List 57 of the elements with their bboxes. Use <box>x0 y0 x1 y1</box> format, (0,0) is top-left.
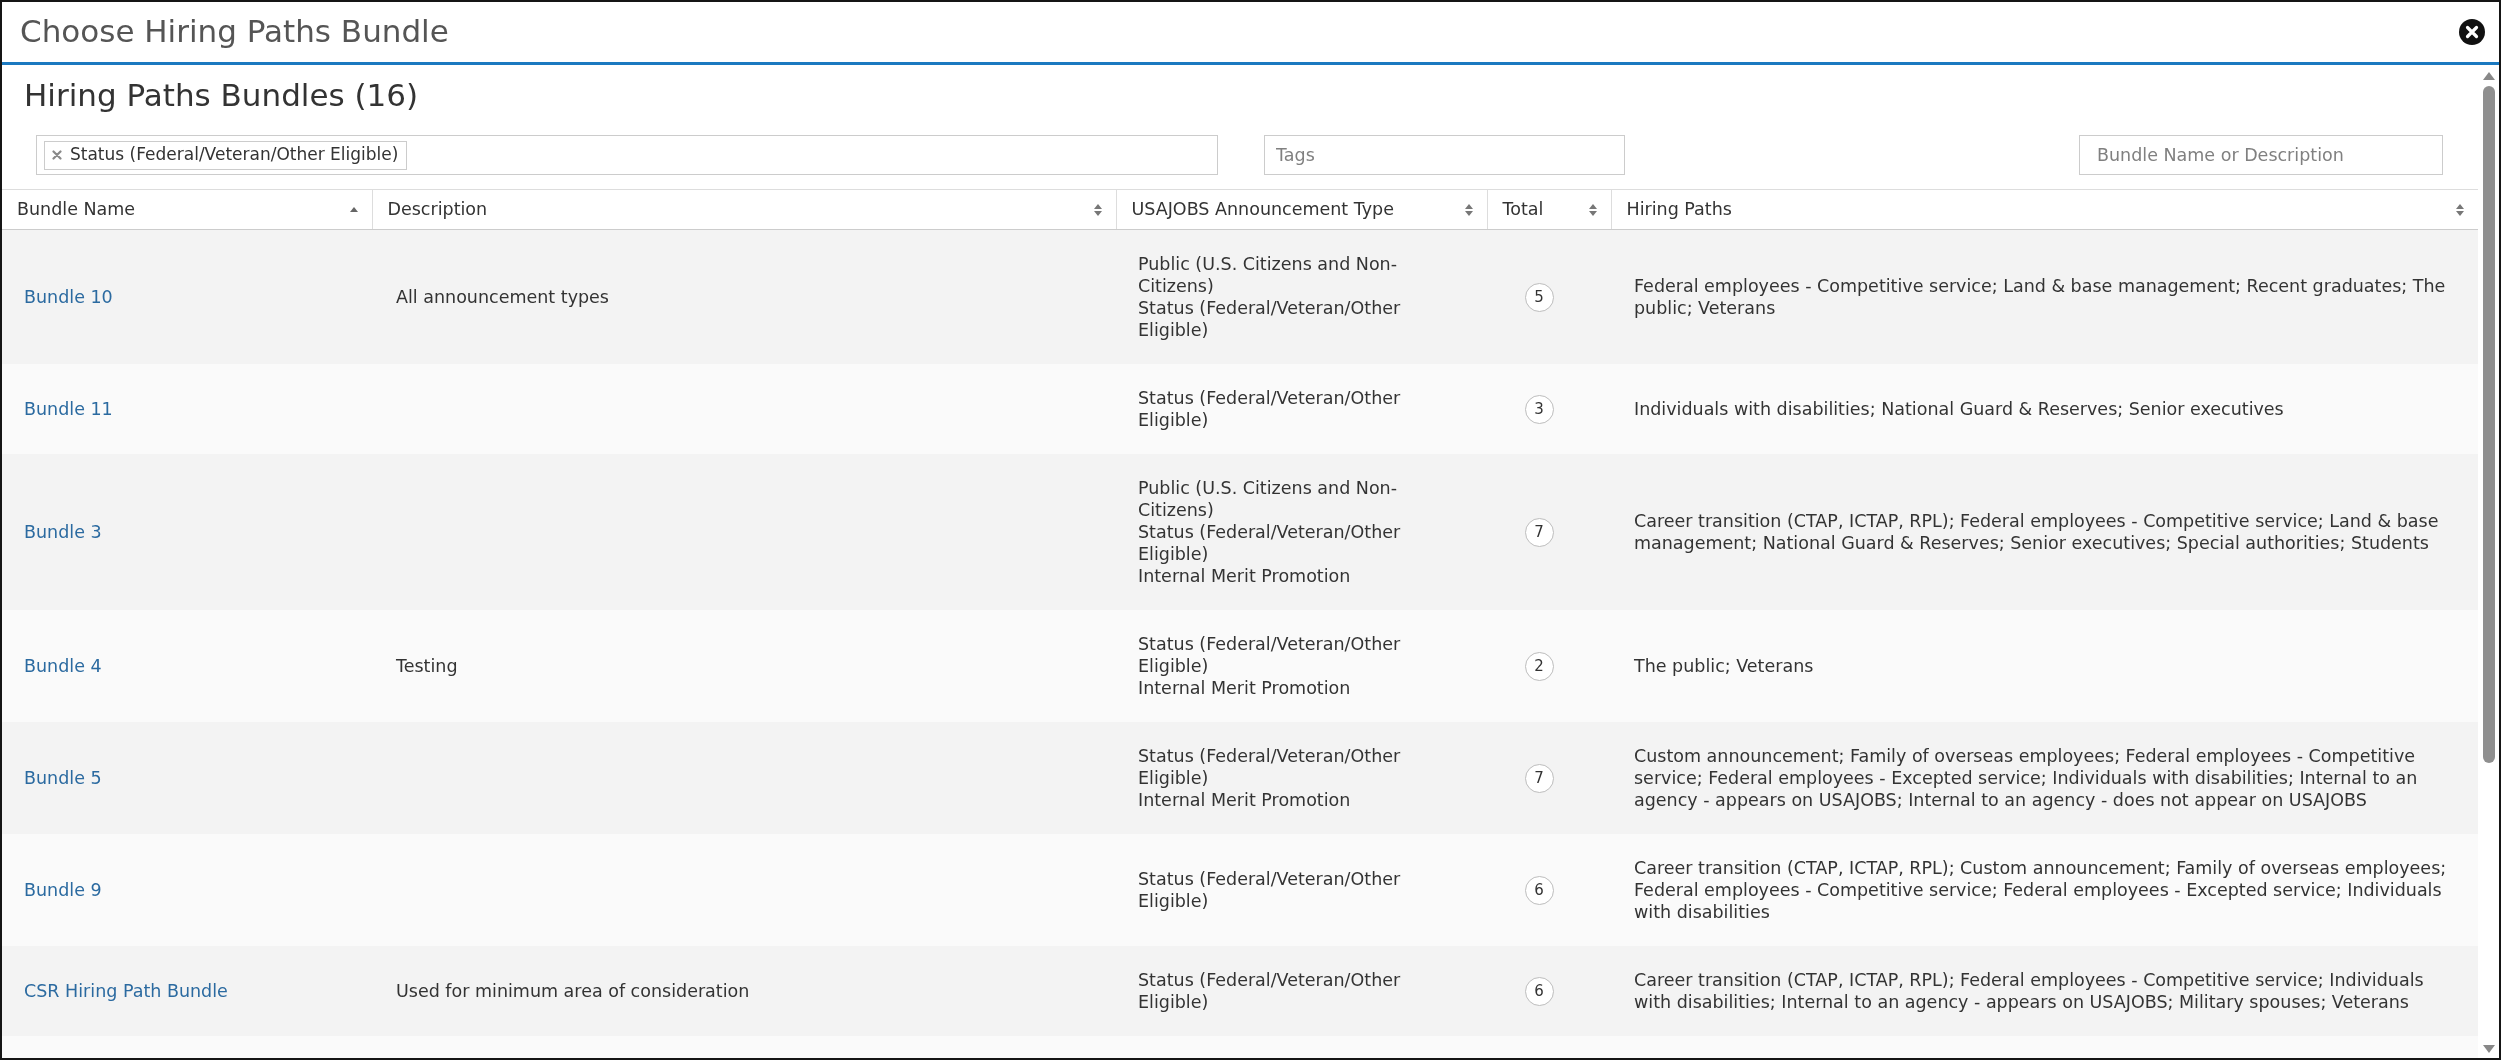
announcement-type-text: Public (U.S. Citizens and Non-Citizens) <box>1138 253 1398 297</box>
total-count: 7 <box>1524 763 1554 793</box>
sort-icon[interactable] <box>1464 203 1473 216</box>
description-text: Used for minimum area of consideration <box>396 981 750 1001</box>
announcement-type-text: Status (Federal/Veteran/Other Eligible) <box>1138 521 1402 565</box>
hiring-paths-text: The public; Veterans <box>1634 656 1814 676</box>
total-count: 6 <box>1524 976 1554 1006</box>
bundle-name-link[interactable]: Bundle 9 <box>24 880 102 900</box>
sort-icon[interactable] <box>1588 203 1597 216</box>
bundle-name-link[interactable]: Bundle 5 <box>24 768 102 788</box>
announcement-type-text: Internal Merit Promotion <box>1138 789 1352 811</box>
hiring-paths-text: Federal employees - Competitive service; Land & base management; Recent graduates; The public; Veterans <box>1634 276 2446 318</box>
scroll-down-icon[interactable] <box>2482 1045 2495 1053</box>
hiring-paths-text: Individuals with disabilities; National Guard & Reserves; Senior executives <box>1634 399 2284 419</box>
search-field[interactable]: Bundle Name or Description <box>2079 135 2443 175</box>
announcement-type-text: Status (Federal/Veteran/Other Eligible) <box>1138 868 1402 912</box>
hiring-paths-text: Custom announcement; Family of overseas employees; Federal employees - Competitive service; Federal employees - Excepted service; Individuals with disabilities; Internal to an agency - appears on USAJOBS; Internal to an agency - does not appear on USAJOBS <box>1634 746 2418 810</box>
sort-icon[interactable] <box>1093 203 1102 216</box>
section-heading: Hiring Paths Bundles (16) <box>24 77 419 113</box>
announcement-type-text: Internal Merit Promotion <box>1138 565 1352 587</box>
announcement-type-text: Status (Federal/Veteran/Other Eligible) <box>1138 633 1402 677</box>
bundle-name-link[interactable]: Bundle 3 <box>24 522 102 542</box>
total-count: 7 <box>1524 517 1554 547</box>
close-icon[interactable] <box>2459 19 2485 45</box>
bundle-name-link[interactable]: Bundle 11 <box>24 399 113 419</box>
announcement-type-text: Public (U.S. Citizens and Non-Citizens) <box>1138 477 1398 521</box>
filter-chip-label: Status (Federal/Veteran/Other Eligible) <box>70 143 399 167</box>
column-header[interactable]: Total <box>1487 189 1611 230</box>
hiring-paths-text: Career transition (CTAP, ICTAP, RPL); Federal employees - Competitive service; Individuals with disabilities; Internal to an agency - appears on USAJOBS; Military spouses; Veterans <box>1634 970 2424 1012</box>
tags-field[interactable]: Tags <box>1264 135 1625 175</box>
bundle-name-link[interactable]: Bundle 4 <box>24 656 102 676</box>
total-count: 3 <box>1524 394 1554 424</box>
hiring-paths-text: Career transition (CTAP, ICTAP, RPL); Federal employees - Competitive service; Land & base management; National Guard & Reserves; Senior executives; Special authorities; Students <box>1634 511 2439 553</box>
description-text: Testing <box>396 656 458 676</box>
bundle-name-link[interactable]: Bundle 10 <box>24 287 113 307</box>
bundle-name-link[interactable]: CSR Hiring Path Bundle <box>24 981 228 1001</box>
status-filter-field[interactable]: Status (Federal/Veteran/Other Eligible) <box>36 135 1218 175</box>
total-count: 5 <box>1524 282 1554 312</box>
scroll-up-icon[interactable] <box>2482 72 2495 80</box>
sort-up-icon[interactable] <box>349 207 358 212</box>
announcement-type-text: Status (Federal/Veteran/Other Eligible) <box>1138 297 1402 341</box>
window-title: Choose Hiring Paths Bundle <box>20 13 449 51</box>
remove-icon[interactable] <box>52 150 62 160</box>
column-header[interactable]: Hiring Paths <box>1611 189 2478 230</box>
announcement-type-text: Status (Federal/Veteran/Other Eligible) <box>1138 387 1402 431</box>
total-count: 6 <box>1524 875 1554 905</box>
hiring-paths-text: Career transition (CTAP, ICTAP, RPL); Custom announcement; Family of overseas employees; Federal employees - Competitive service; Federal employees - Excepted service; Individuals with disabilities <box>1634 858 2447 922</box>
announcement-type-text: Status (Federal/Veteran/Other Eligible) <box>1138 745 1402 789</box>
sort-icon[interactable] <box>2456 203 2464 216</box>
announcement-type-text: Internal Merit Promotion <box>1138 677 1352 699</box>
scrollbar-thumb[interactable] <box>2482 86 2495 763</box>
column-header[interactable]: USAJOBS Announcement Type <box>1116 189 1487 230</box>
description-text: All announcement types <box>396 287 609 307</box>
total-count: 2 <box>1524 651 1554 681</box>
column-header[interactable]: Description <box>372 189 1116 230</box>
column-header[interactable]: Bundle Name <box>2 189 372 230</box>
announcement-type-text: Status (Federal/Veteran/Other Eligible) <box>1138 969 1402 1013</box>
